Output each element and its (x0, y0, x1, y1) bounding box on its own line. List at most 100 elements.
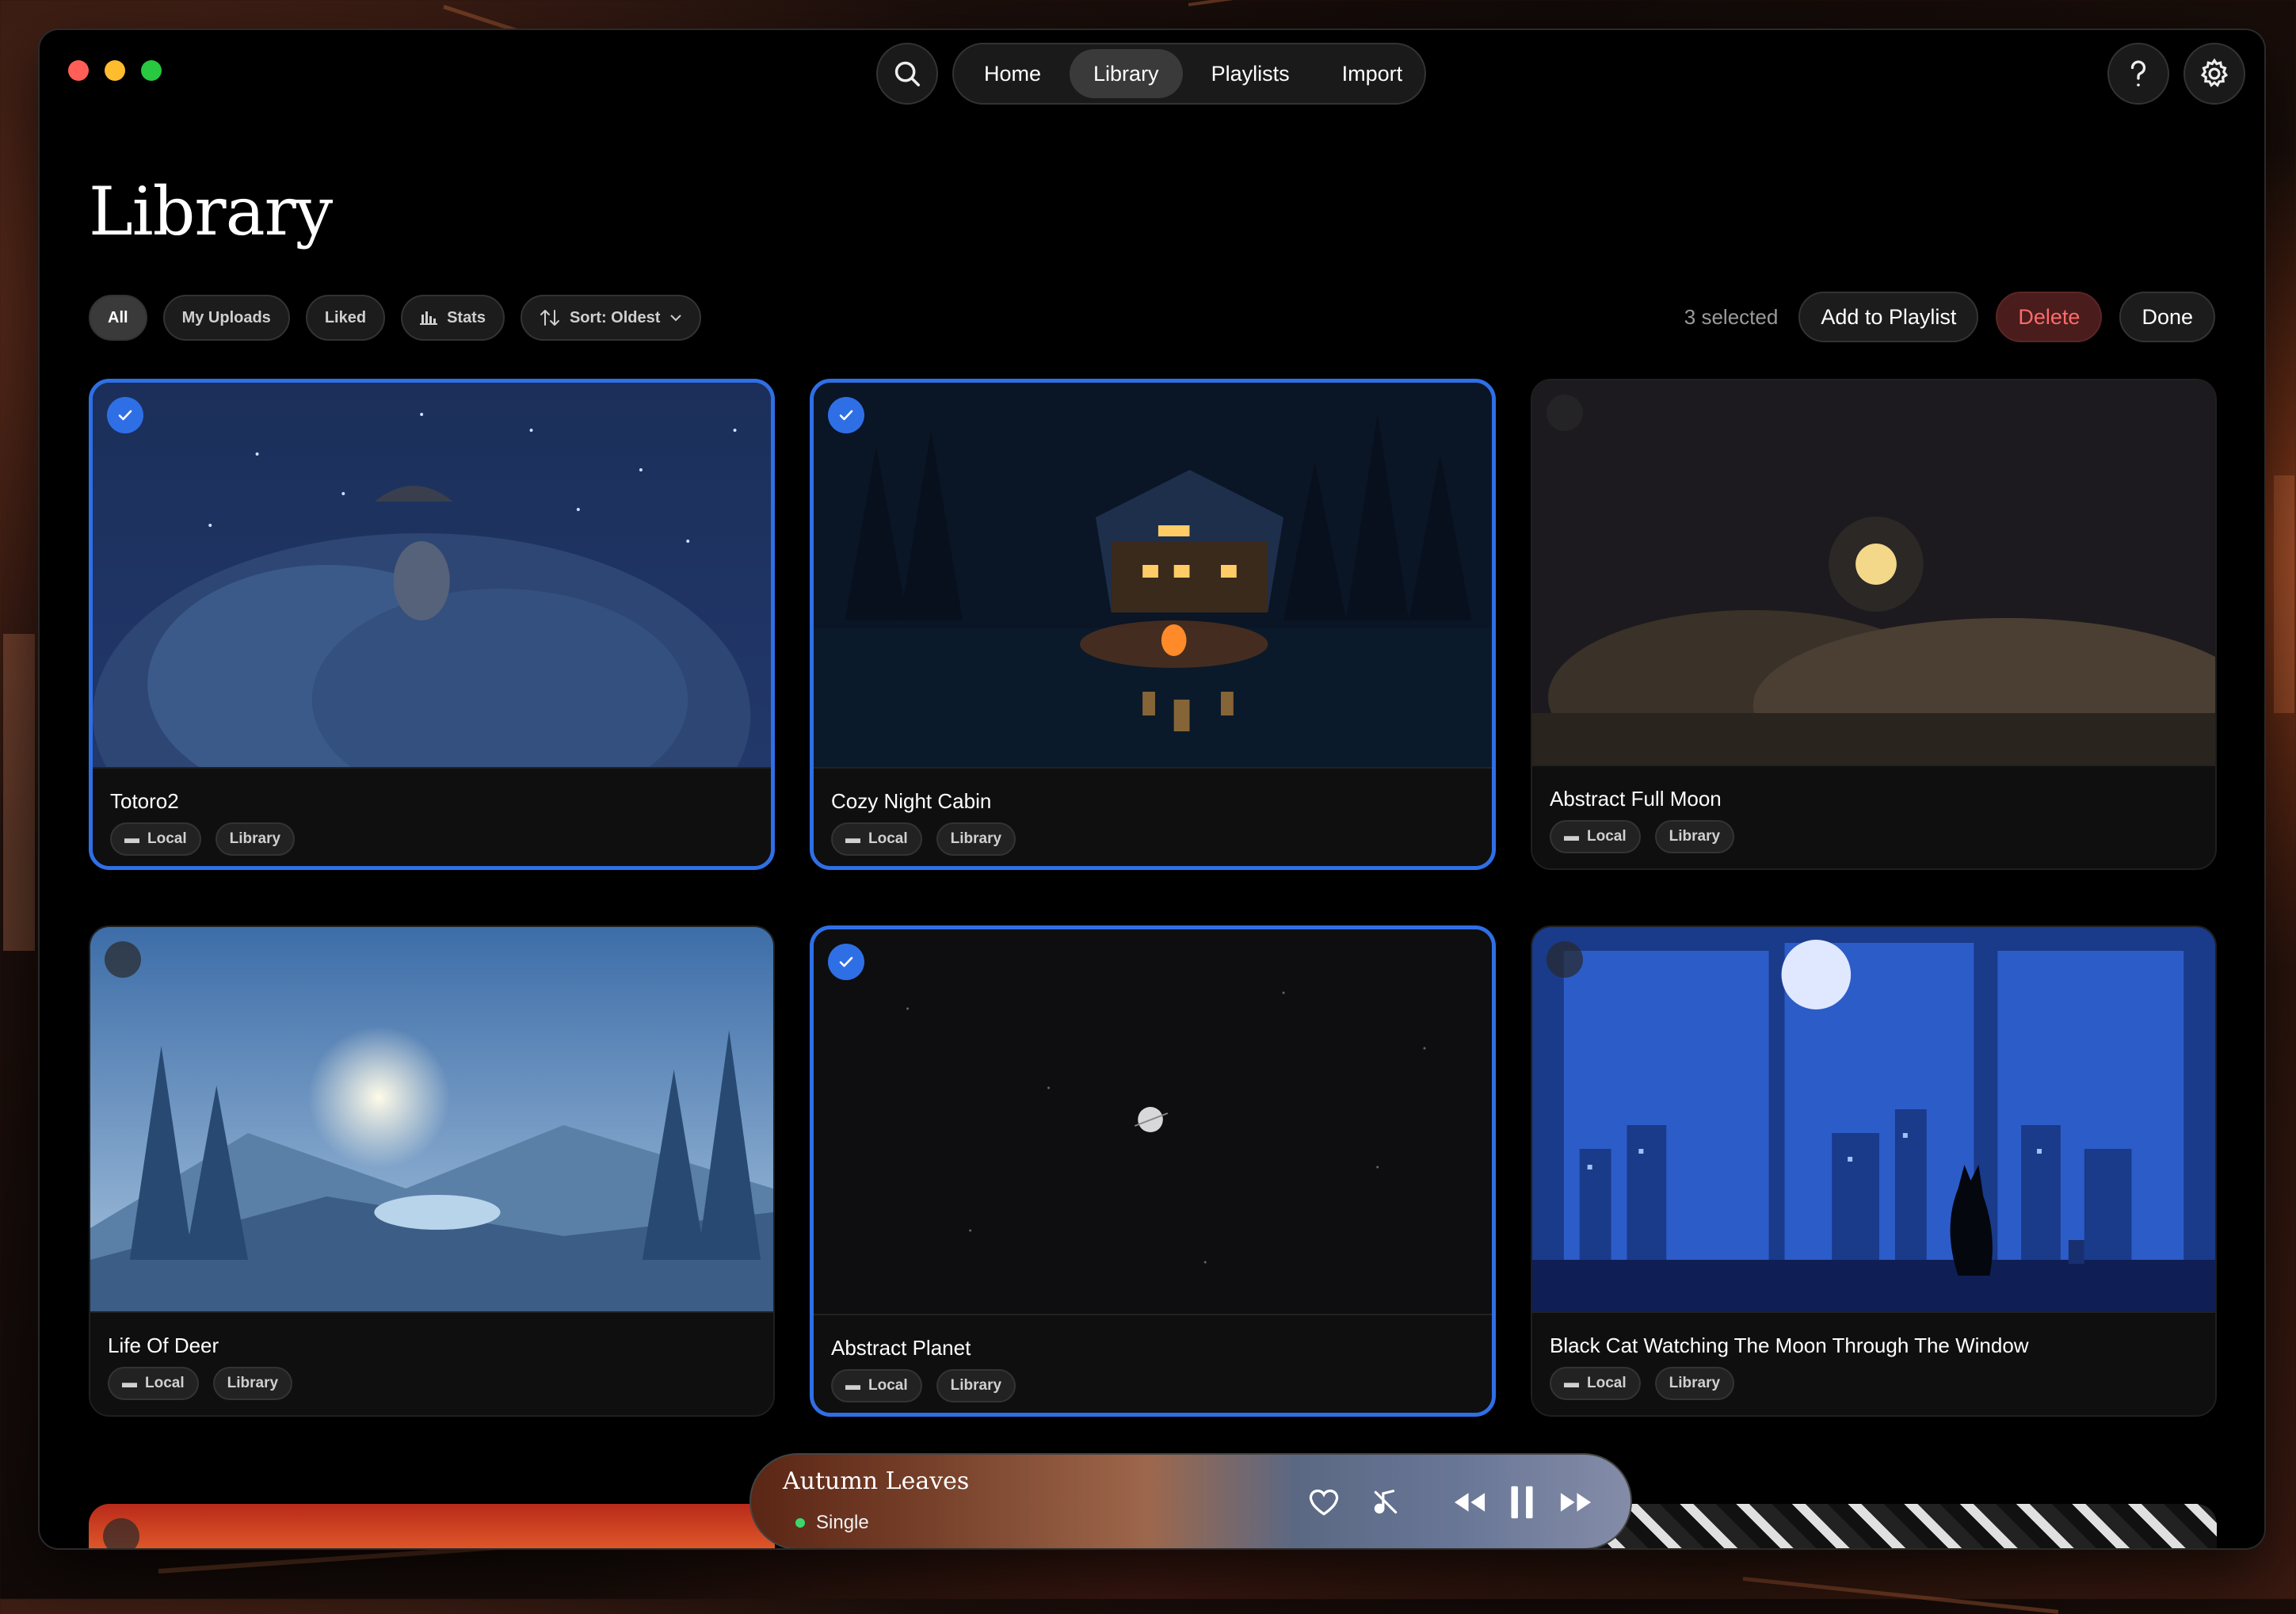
selection-checkbox[interactable] (828, 944, 864, 980)
tag-library: Library (936, 822, 1016, 856)
like-button[interactable] (1304, 1479, 1344, 1526)
library-card[interactable] (89, 1504, 775, 1548)
background-decoration (1188, 0, 1425, 6)
tag-label: Library (227, 1375, 279, 1391)
tag-library: Library (215, 822, 296, 856)
done-button[interactable]: Done (2119, 292, 2215, 342)
card-thumbnail (93, 383, 771, 767)
card-info: Life Of Deer ▬ Local Library (90, 1311, 773, 1415)
checkmark-icon (118, 410, 132, 421)
now-playing-bar[interactable]: Autumn Leaves Single (749, 1453, 1632, 1548)
track-subtitle: Single (795, 1512, 869, 1534)
tag-label: Local (868, 1377, 908, 1394)
card-info: Abstract Full Moon ▬ Local Library (1532, 765, 2215, 868)
filter-my-uploads-label: My Uploads (181, 308, 271, 326)
filter-all[interactable]: All (89, 295, 147, 341)
exclude-track-button[interactable] (1366, 1479, 1405, 1526)
main-nav: Home Library Playlists Import (952, 43, 1426, 105)
library-card[interactable]: Abstract Full Moon ▬ Local Library (1531, 379, 2217, 870)
filter-liked-label: Liked (324, 308, 367, 326)
tab-import[interactable]: Import (1318, 49, 1427, 98)
tag-library: Library (936, 1369, 1016, 1402)
tag-label: Library (229, 830, 281, 847)
checkmark-icon (839, 410, 853, 421)
library-card[interactable]: Totoro2 ▬ Local Library (89, 379, 775, 870)
card-info: Abstract Planet ▬ Local Library (814, 1314, 1492, 1413)
sort-dropdown[interactable]: Sort: Oldest (520, 295, 702, 341)
checkmark-icon (839, 956, 853, 967)
filter-all-label: All (108, 308, 128, 326)
tag-label: Local (1587, 1375, 1627, 1391)
card-thumbnail (814, 383, 1492, 767)
card-title: Black Cat Watching The Moon Through The … (1550, 1334, 2029, 1357)
selection-checkbox[interactable] (828, 397, 864, 433)
tag-local: ▬ Local (110, 822, 201, 856)
tab-library[interactable]: Library (1070, 49, 1183, 98)
library-card[interactable]: Abstract Planet ▬ Local Library (810, 925, 1496, 1417)
background-decoration (3, 634, 35, 951)
track-type: Single (816, 1512, 869, 1533)
add-to-playlist-button[interactable]: Add to Playlist (1798, 292, 1979, 342)
card-title: Cozy Night Cabin (831, 789, 992, 813)
filter-my-uploads[interactable]: My Uploads (162, 295, 290, 341)
sort-icon (540, 310, 559, 326)
selection-checkbox[interactable] (105, 941, 141, 978)
background-decoration (2274, 475, 2294, 713)
stats-button[interactable]: Stats (401, 295, 505, 341)
folder-icon: ▬ (122, 1375, 137, 1391)
help-icon (2130, 60, 2146, 87)
tag-local: ▬ Local (831, 1369, 922, 1402)
folder-icon: ▬ (845, 830, 860, 847)
pause-icon (1511, 1486, 1533, 1519)
selection-checkbox[interactable] (103, 1518, 139, 1548)
selection-count: 3 selected (1684, 304, 1779, 329)
card-info: Totoro2 ▬ Local Library (93, 767, 771, 866)
tag-library: Library (1654, 820, 1735, 853)
library-card[interactable]: Black Cat Watching The Moon Through The … (1531, 925, 2217, 1417)
fast-forward-icon (1560, 1493, 1592, 1512)
selection-checkbox[interactable] (107, 397, 143, 433)
card-thumbnail (1532, 927, 2215, 1311)
track-title: Autumn Leaves (783, 1467, 970, 1495)
tag-local: ▬ Local (108, 1367, 199, 1400)
settings-button[interactable] (2183, 43, 2245, 105)
tag-label: Library (950, 830, 1002, 847)
card-title: Life Of Deer (108, 1334, 219, 1357)
tag-label: Library (950, 1377, 1002, 1394)
library-card[interactable]: Life Of Deer ▬ Local Library (89, 925, 775, 1417)
previous-track-button[interactable] (1450, 1479, 1489, 1526)
folder-icon: ▬ (124, 830, 139, 847)
page-title: Library (89, 173, 333, 250)
card-thumbnail (1532, 380, 2215, 765)
selection-checkbox[interactable] (1547, 941, 1583, 978)
status-dot (795, 1518, 805, 1528)
tab-playlists[interactable]: Playlists (1188, 49, 1314, 98)
folder-icon: ▬ (845, 1377, 860, 1394)
card-title: Abstract Full Moon (1550, 787, 1722, 811)
card-info: Cozy Night Cabin ▬ Local Library (814, 767, 1492, 866)
pause-button[interactable] (1504, 1479, 1540, 1526)
search-button[interactable] (876, 43, 938, 105)
close-window-button[interactable] (68, 60, 89, 81)
library-card[interactable]: Cozy Night Cabin ▬ Local Library (810, 379, 1496, 870)
selection-checkbox[interactable] (1547, 395, 1583, 431)
card-title: Abstract Planet (831, 1336, 971, 1360)
filter-liked[interactable]: Liked (305, 295, 386, 341)
app-window: Home Library Playlists Import Library Al… (40, 30, 2264, 1548)
help-button[interactable] (2107, 43, 2169, 105)
card-title: Totoro2 (110, 789, 179, 813)
filter-bar: All My Uploads Liked Stats Sort: Oldest (89, 295, 702, 341)
sort-label: Sort: Oldest (569, 308, 661, 326)
delete-button[interactable]: Delete (1996, 292, 2103, 342)
tag-local: ▬ Local (1550, 1367, 1641, 1400)
tag-label: Local (1587, 828, 1627, 845)
zoom-window-button[interactable] (141, 60, 162, 81)
next-track-button[interactable] (1556, 1479, 1596, 1526)
library-card[interactable] (1531, 1504, 2217, 1548)
tag-library: Library (212, 1367, 293, 1400)
tag-label: Local (868, 830, 908, 847)
bar-chart-icon (420, 311, 438, 325)
minimize-window-button[interactable] (105, 60, 125, 81)
tab-home[interactable]: Home (960, 49, 1065, 98)
music-note-off-icon (1374, 1490, 1398, 1514)
